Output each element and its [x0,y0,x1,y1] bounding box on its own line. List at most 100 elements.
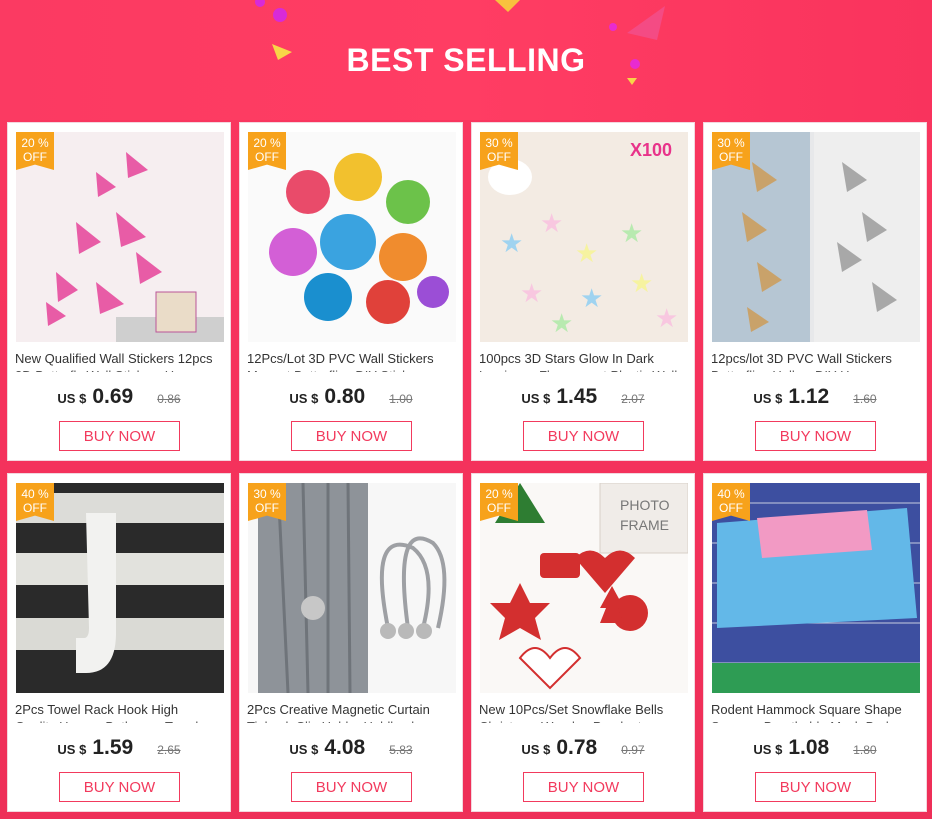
product-title[interactable]: New Qualified Wall Stickers 12pcs [15,351,227,368]
discount-badge: 30 % OFF [248,483,286,521]
svg-text:★: ★ [520,279,543,309]
svg-text:★: ★ [630,269,653,299]
discount-off-label: OFF [255,150,279,164]
product-card[interactable]: 20 % OFF New Qualified Wall Stickers 12p… [7,122,231,461]
sale-price: 1.59 [92,736,134,759]
product-title[interactable]: 2Pcs Creative Magnetic Curtain [247,702,459,719]
original-price: 1.80 [853,743,877,757]
product-title[interactable]: 100pcs 3D Stars Glow In Dark [479,351,691,368]
price-row: US $ 4.08 5.83 [240,736,462,762]
discount-off-label: OFF [23,150,47,164]
product-image[interactable]: ★ ★ ★ ★ ★ ★ ★ ★ ★ X100 30 % OFF [480,132,688,342]
discount-percent: 30 % [253,487,281,501]
original-price: 2.65 [157,743,181,757]
discount-percent: 20 % [485,487,513,501]
price-row: US $ 1.12 1.60 [704,385,926,411]
product-image[interactable]: 20 % OFF [16,132,224,342]
product-image[interactable]: 30 % OFF [248,483,456,693]
product-card[interactable]: PHOTO FRAME 20 % OFF New 10Pcs/Set Snowf… [471,473,695,812]
price-row: US $ 1.08 1.80 [704,736,926,762]
product-card[interactable]: 30 % OFF 2Pcs Creative Magnetic Curtain … [239,473,463,812]
svg-text:★: ★ [550,309,573,339]
product-title[interactable]: Rodent Hammock Square Shape [711,702,923,719]
discount-badge: 20 % OFF [16,132,54,170]
sale-price: 4.08 [324,736,366,759]
buy-now-button[interactable]: BUY NOW [755,772,876,802]
product-card[interactable]: ★ ★ ★ ★ ★ ★ ★ ★ ★ X100 30 % OFF 100pcs 3D Stars … [471,122,695,461]
price-row: US $ 0.78 0.97 [472,736,694,762]
currency-label: US $ [289,391,319,406]
buy-now-button[interactable]: BUY NOW [523,772,644,802]
currency-label: US $ [289,742,319,757]
currency-label: US $ [753,391,783,406]
product-image[interactable]: PHOTO FRAME 20 % OFF [480,483,688,693]
currency-label: US $ [521,742,551,757]
product-image[interactable]: 30 % OFF [712,132,920,342]
svg-text:★: ★ [580,284,603,314]
discount-badge: 30 % OFF [480,132,518,170]
sale-price: 0.69 [92,385,134,408]
buy-now-button[interactable]: BUY NOW [755,421,876,451]
currency-label: US $ [521,391,551,406]
price-row: US $ 1.59 2.65 [8,736,230,762]
discount-percent: 30 % [485,136,513,150]
product-card[interactable]: 30 % OFF 12pcs/lot 3D PVC Wall Stickers … [703,122,927,461]
svg-text:★: ★ [575,239,598,269]
sale-price: 1.08 [788,736,830,759]
product-title-line2: Luminous Fluorescent Plastic Wall [479,368,691,372]
discount-badge: 30 % OFF [712,132,750,170]
page-title: BEST SELLING [346,42,586,78]
buy-now-button[interactable]: BUY NOW [59,772,180,802]
product-card[interactable]: 20 % OFF 12Pcs/Lot 3D PVC Wall Stickers … [239,122,463,461]
discount-percent: 30 % [717,136,745,150]
discount-off-label: OFF [487,150,511,164]
original-price: 5.83 [389,743,413,757]
product-title-line2: Magnet Butterflies DIY Stickers [247,368,459,372]
product-card[interactable]: 40 % OFF Rodent Hammock Square Shape Sum… [703,473,927,812]
discount-off-label: OFF [23,501,47,515]
discount-badge: 20 % OFF [480,483,518,521]
image-label: X100 [630,140,673,160]
product-title-line2: Tieback Clip Holder Holdback [247,719,459,723]
discount-percent: 40 % [717,487,745,501]
currency-label: US $ [57,742,87,757]
discount-badge: 40 % OFF [712,483,750,521]
sale-price: 0.78 [556,736,598,759]
currency-label: US $ [753,742,783,757]
product-image[interactable]: 40 % OFF [16,483,224,693]
image-label: PHOTO FRAME [620,497,670,533]
buy-now-button[interactable]: BUY NOW [523,421,644,451]
product-title-line2: Quality Hanger Bathroom Towel [15,719,227,723]
best-selling-banner: BEST SELLING [0,0,932,120]
product-title-line2: 3D Butterfly Wall Stickers Home [15,368,227,372]
product-title[interactable]: 2Pcs Towel Rack Hook High [15,702,227,719]
discount-percent: 20 % [21,136,49,150]
svg-text:★: ★ [540,209,563,239]
original-price: 2.07 [621,392,645,406]
discount-off-label: OFF [719,501,743,515]
currency-label: US $ [57,391,87,406]
product-title[interactable]: 12pcs/lot 3D PVC Wall Stickers [711,351,923,368]
discount-badge: 40 % OFF [16,483,54,521]
svg-text:★: ★ [655,304,678,334]
original-price: 1.60 [853,392,877,406]
product-title-line2: Summer Breathable Mesh Bed [711,719,923,723]
price-row: US $ 0.80 1.00 [240,385,462,411]
discount-percent: 20 % [253,136,281,150]
sale-price: 1.45 [556,385,598,408]
buy-now-button[interactable]: BUY NOW [291,772,412,802]
product-card[interactable]: 40 % OFF 2Pcs Towel Rack Hook High Quali… [7,473,231,812]
sale-price: 0.80 [324,385,366,408]
svg-text:★: ★ [500,229,523,259]
product-title[interactable]: New 10Pcs/Set Snowflake Bells [479,702,691,719]
discount-off-label: OFF [487,501,511,515]
discount-off-label: OFF [719,150,743,164]
buy-now-button[interactable]: BUY NOW [59,421,180,451]
original-price: 0.86 [157,392,181,406]
product-image[interactable]: 40 % OFF [712,483,920,693]
svg-text:★: ★ [620,219,643,249]
product-title-line2: Christmas Wooden Pendant [479,719,691,723]
buy-now-button[interactable]: BUY NOW [291,421,412,451]
product-title[interactable]: 12Pcs/Lot 3D PVC Wall Stickers [247,351,459,368]
product-image[interactable]: 20 % OFF [248,132,456,342]
